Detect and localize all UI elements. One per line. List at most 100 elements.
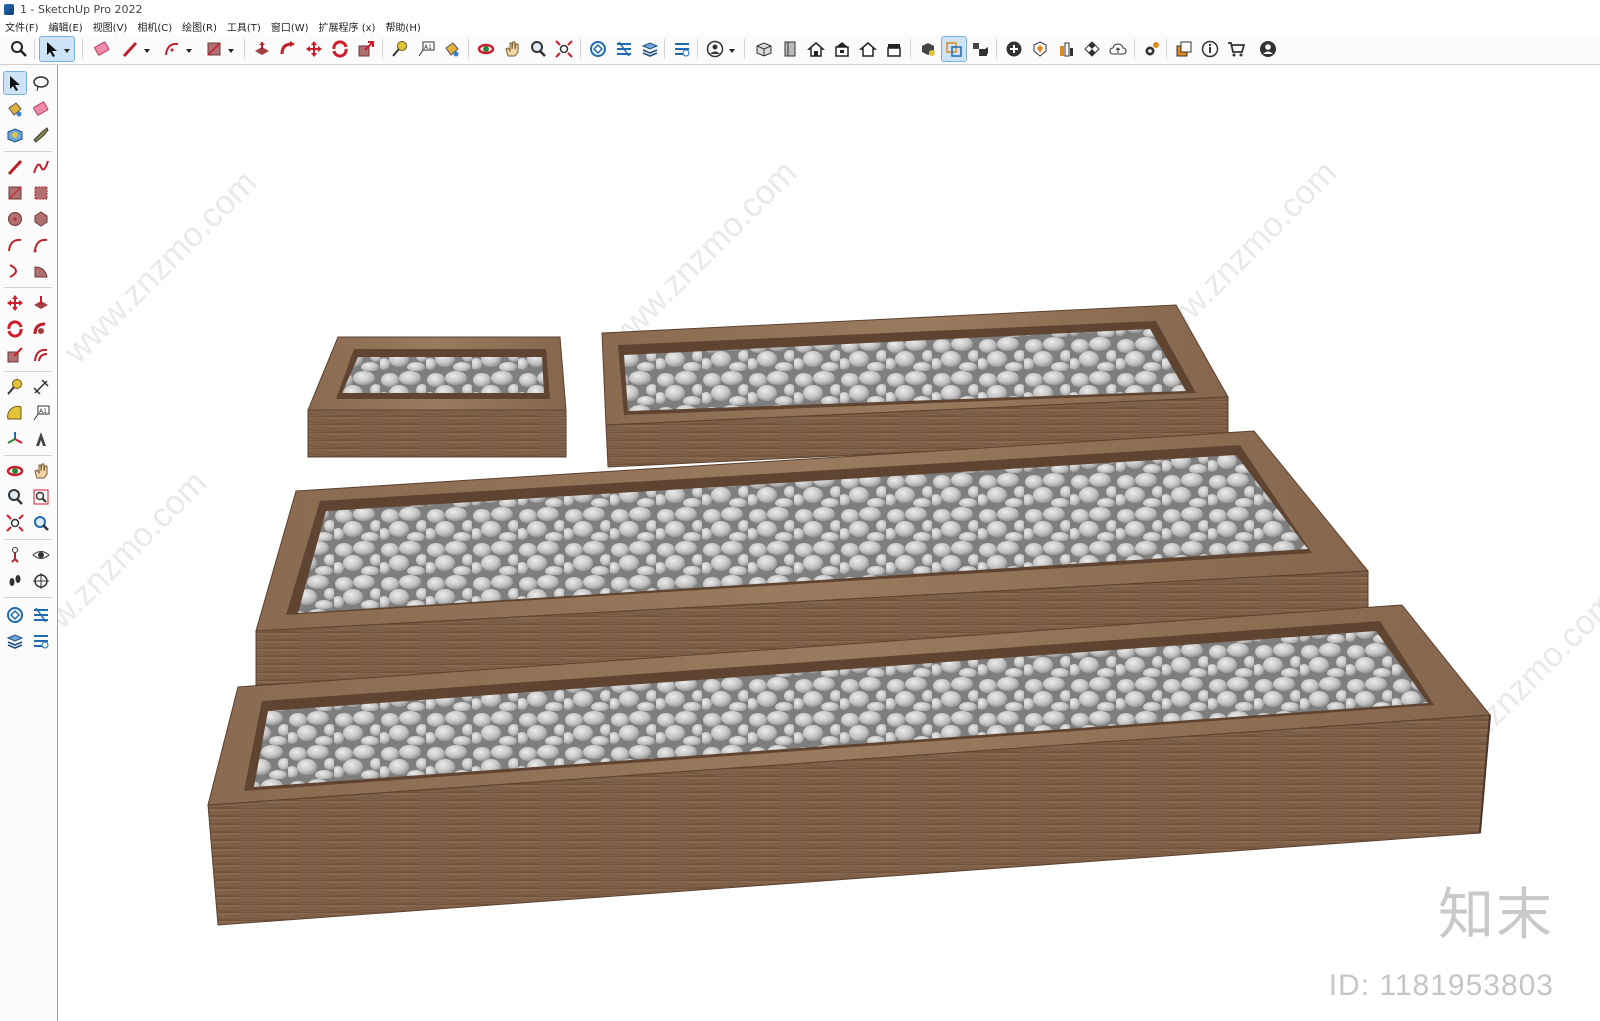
account-icon[interactable] [1256,37,1280,61]
rectangle-icon[interactable] [4,182,26,204]
watermark-4: www.znzmo.com [58,463,214,671]
look-around-icon[interactable] [30,544,52,566]
tool-palette: A1 [0,65,58,1021]
offset-icon[interactable] [30,344,52,366]
select-tool-icon[interactable] [39,36,75,62]
move-tool-icon[interactable] [4,292,26,314]
push-pull-tool-icon[interactable] [30,292,52,314]
select-icon[interactable] [3,71,27,95]
zoom-tool-icon[interactable] [4,486,26,508]
line-tool-icon[interactable] [118,37,152,61]
move-icon[interactable] [302,37,326,61]
arc-2pt-icon[interactable] [30,234,52,256]
3d-text-icon[interactable] [30,428,52,450]
arc-icon[interactable] [4,234,26,256]
pie-icon[interactable] [30,260,52,282]
circle-icon[interactable] [4,208,26,230]
lasso-select-icon[interactable] [30,72,52,94]
menu-view[interactable]: 视图(V) [88,19,133,34]
3d-warehouse-icon[interactable] [586,37,610,61]
menu-help[interactable]: 帮助(H) [380,19,425,34]
components-icon[interactable] [941,36,967,62]
rectangle-tool-icon[interactable] [202,37,236,61]
right-view-icon[interactable] [830,37,854,61]
position-camera-icon[interactable] [4,544,26,566]
scale-tool-icon[interactable] [4,344,26,366]
window-title: 1 - SketchUp Pro 2022 [20,2,143,16]
scenes-icon[interactable] [968,37,992,61]
push-pull-icon[interactable] [250,37,274,61]
extension-tool-icon[interactable] [30,630,52,652]
arc-tool-icon[interactable] [160,37,194,61]
protractor-icon[interactable] [4,402,26,424]
info-icon[interactable] [1198,37,1222,61]
menu-edit[interactable]: 编辑(E) [44,19,88,34]
menu-tools[interactable]: 工具(T) [222,19,266,34]
tag-tool-icon[interactable] [30,124,52,146]
zoom-extents-icon[interactable] [552,37,576,61]
arc-3pt-icon[interactable] [4,260,26,282]
rotate-icon[interactable] [328,37,352,61]
menu-window[interactable]: 窗口(W) [266,19,314,34]
eraser-icon[interactable] [90,37,114,61]
menu-file[interactable]: 文件(F) [0,19,44,34]
freehand-icon[interactable] [30,156,52,178]
paint-icon[interactable] [4,98,26,120]
sketchup-logo-icon [4,3,14,15]
shadow-settings-icon[interactable] [1028,37,1052,61]
materials-icon[interactable] [916,37,940,61]
user-profile-icon[interactable] [703,37,737,61]
axes-icon[interactable] [4,428,26,450]
scale-icon[interactable] [354,37,378,61]
share-model-icon[interactable] [30,604,52,626]
solar-north-icon[interactable] [1054,37,1078,61]
back-view-icon[interactable] [856,37,880,61]
dimension-icon[interactable] [30,376,52,398]
eraser-tool-icon[interactable] [30,98,52,120]
cart-icon[interactable] [1224,37,1248,61]
extension-manager-icon[interactable] [670,37,694,61]
zoom-extents-tool-icon[interactable] [4,512,26,534]
menu-draw[interactable]: 绘图(R) [177,19,222,34]
settings-gear-icon[interactable] [1140,37,1164,61]
zoom-icon[interactable] [526,37,550,61]
layers-tool-icon[interactable] [4,630,26,652]
polygon-icon[interactable] [30,208,52,230]
follow-me-tool-icon[interactable] [30,318,52,340]
walk-icon[interactable] [4,570,26,592]
model-viewport[interactable]: www.znzmo.com www.znzmo.com www.znzmo.co… [58,65,1600,1021]
front-view-icon[interactable] [804,37,828,61]
zoom-window-icon[interactable] [30,486,52,508]
pan-icon[interactable] [500,37,524,61]
paint-bucket-icon[interactable] [440,37,464,61]
top-view-icon[interactable] [778,37,802,61]
tape-measure-tool-icon[interactable] [4,376,26,398]
menu-camera[interactable]: 相机(C) [132,19,177,34]
left-view-icon[interactable] [882,37,906,61]
orbit-icon[interactable] [474,37,498,61]
pencil-icon[interactable] [4,156,26,178]
extension-warehouse-icon[interactable] [612,37,636,61]
main-toolbar: A1 [0,34,1600,65]
layers-icon[interactable] [638,37,662,61]
iso-view-icon[interactable] [752,37,776,61]
menu-extensions[interactable]: 扩展程序 (x) [314,19,381,34]
text-icon[interactable]: A1 [30,402,52,424]
warehouse-tool-icon[interactable] [4,604,26,626]
component-icon[interactable] [4,124,26,146]
outliner-icon[interactable] [1172,37,1196,61]
previous-view-icon[interactable] [30,512,52,534]
texture-checker-icon[interactable] [1080,37,1104,61]
cloud-upload-icon[interactable] [1106,37,1130,61]
rotated-rectangle-icon[interactable] [30,182,52,204]
pan-tool-icon[interactable] [30,460,52,482]
brand-watermark: 知末 [1438,883,1554,948]
tape-measure-icon[interactable] [388,37,412,61]
rotate-tool-icon[interactable] [4,318,26,340]
section-plane-icon[interactable] [30,570,52,592]
add-location-icon[interactable] [1002,37,1026,61]
text-tool-icon[interactable]: A1 [414,37,438,61]
search-icon[interactable] [7,37,31,61]
follow-me-icon[interactable] [276,37,300,61]
orbit-tool-icon[interactable] [4,460,26,482]
